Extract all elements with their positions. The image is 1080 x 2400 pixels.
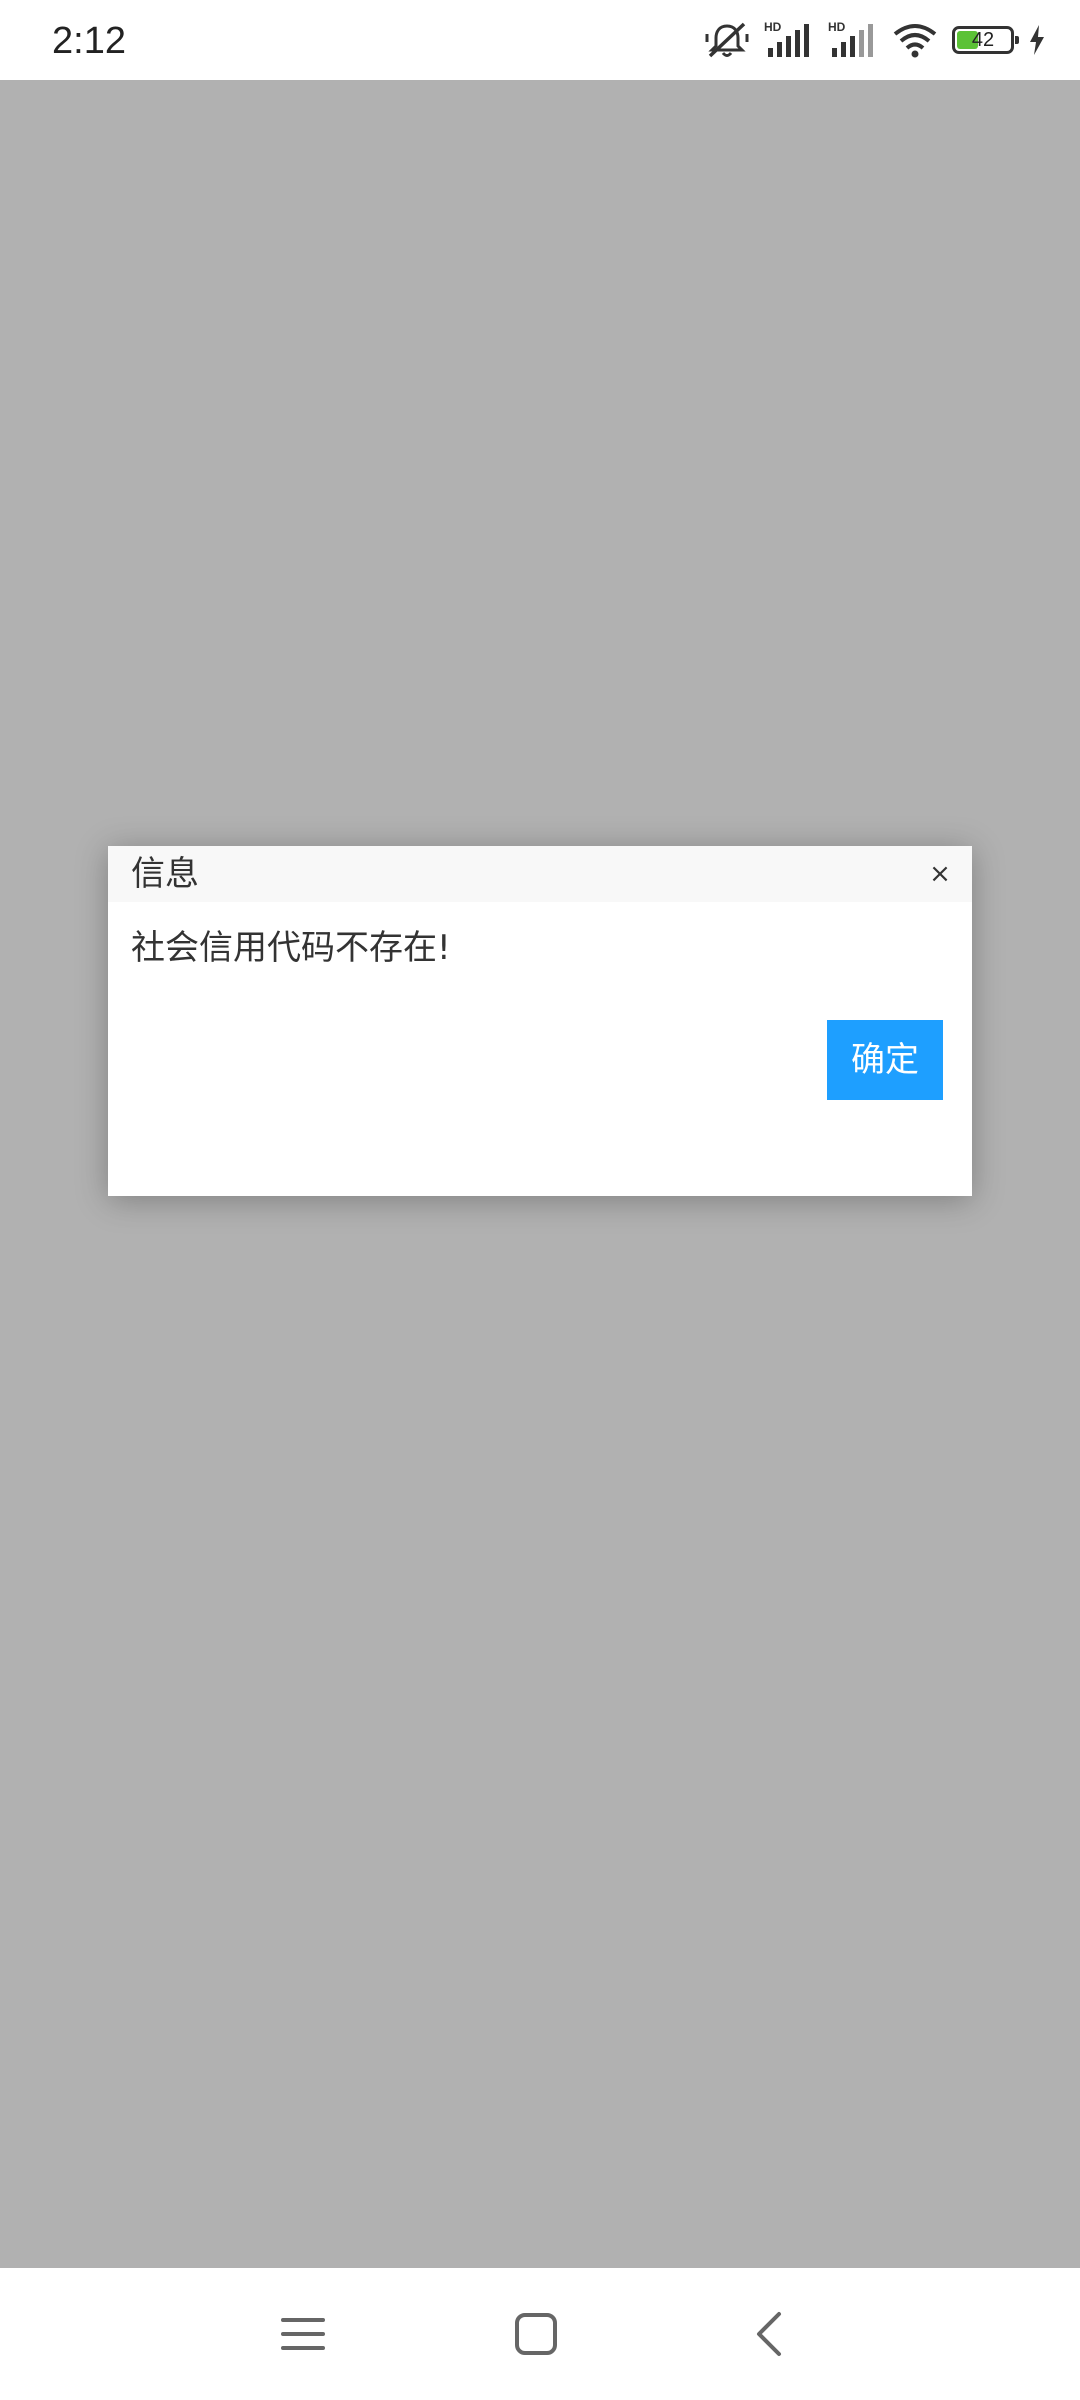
- close-icon[interactable]: ×: [924, 856, 956, 892]
- menu-icon[interactable]: [273, 2304, 333, 2364]
- signal-hd-2-icon: HD: [828, 20, 878, 60]
- status-time: 2:12: [52, 20, 126, 62]
- navigation-bar: [0, 2268, 1080, 2400]
- signal-hd-1-label: HD: [764, 20, 782, 34]
- dialog-header: 信息 ×: [108, 846, 972, 902]
- confirm-button[interactable]: 确定: [827, 1020, 943, 1100]
- signal-hd-1-icon: HD: [764, 20, 814, 60]
- wifi-icon: [892, 20, 938, 60]
- back-icon[interactable]: [739, 2304, 799, 2364]
- signal-hd-2-label: HD: [828, 20, 846, 34]
- dialog-title: 信息: [131, 854, 199, 894]
- home-icon[interactable]: [506, 2304, 566, 2364]
- status-icons: HD HD 42: [704, 20, 1046, 60]
- battery-level: 42: [971, 29, 995, 51]
- status-bar: 2:12 HD HD 42: [0, 0, 1080, 80]
- charging-icon: [1028, 24, 1046, 56]
- mute-icon: [704, 20, 750, 60]
- dialog-message: 社会信用代码不存在!: [131, 928, 451, 968]
- info-dialog: 信息 × 社会信用代码不存在! 确定: [108, 846, 972, 1196]
- battery-icon: 42: [952, 26, 1019, 54]
